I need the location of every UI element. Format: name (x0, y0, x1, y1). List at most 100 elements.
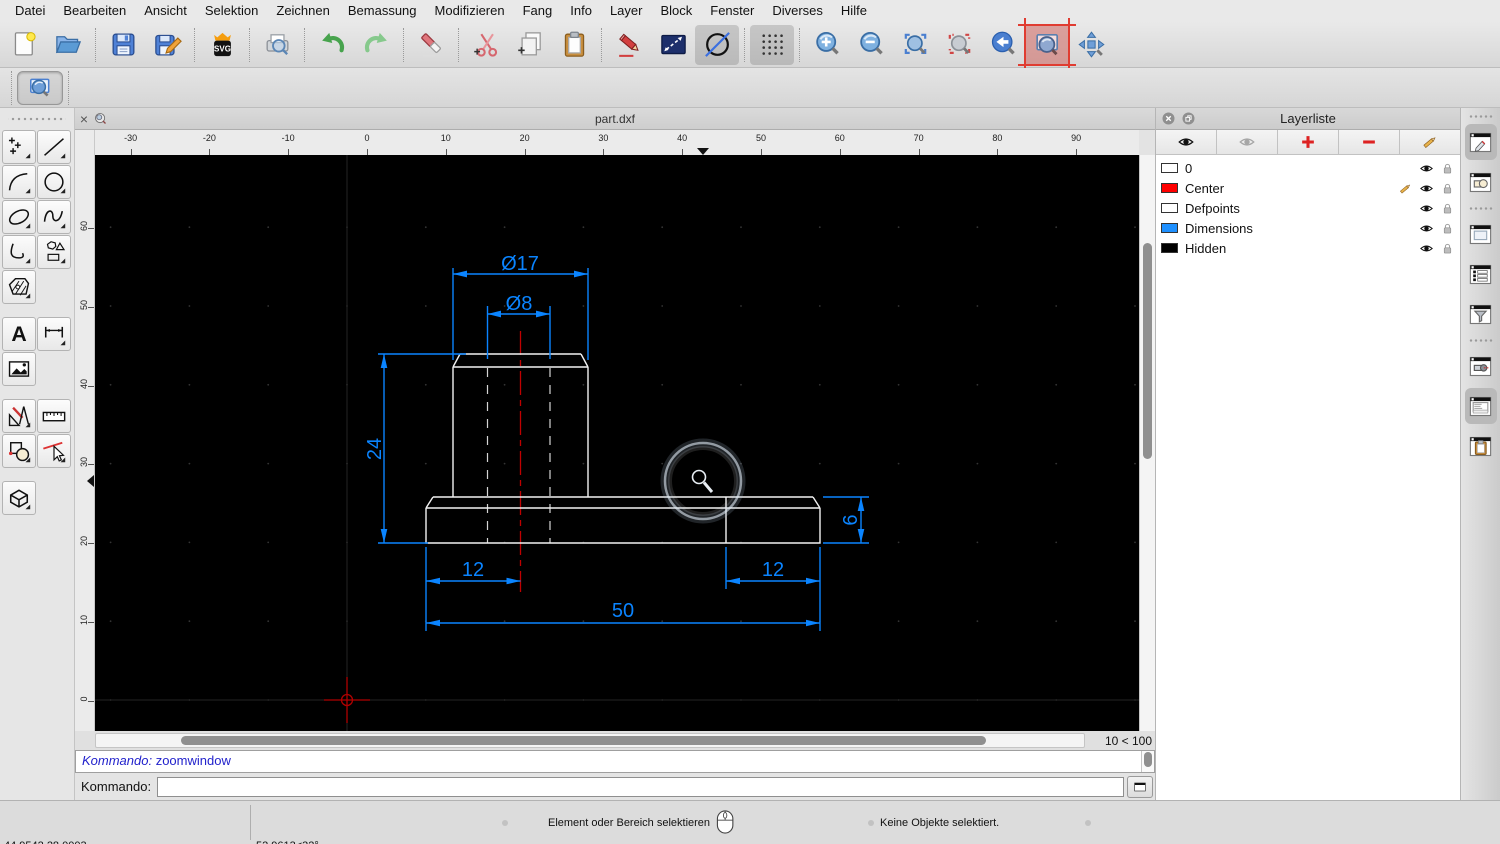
history-scrollbar-thumb[interactable] (1144, 752, 1152, 767)
horizontal-scrollbar[interactable] (95, 733, 1085, 748)
vruler-label: 0 (79, 696, 89, 702)
layer-visibility-icon[interactable] (1419, 161, 1434, 176)
command-window-button[interactable] (1127, 775, 1153, 798)
menu-item-block[interactable]: Block (651, 0, 701, 22)
tool-drawtools-button[interactable] (2, 399, 36, 433)
tool-points-button[interactable] (2, 130, 36, 164)
pan-button[interactable] (1069, 25, 1113, 65)
add-layer-button[interactable] (1278, 130, 1339, 154)
svg-export-icon: SVG (214, 32, 230, 57)
menu-item-bemassung[interactable]: Bemassung (339, 0, 426, 22)
hide-all-layers-button[interactable] (1217, 130, 1278, 154)
tool-modify-button[interactable] (2, 434, 36, 468)
selection-list-dock-button[interactable] (1465, 256, 1497, 292)
palette-drag-handle[interactable] (8, 114, 66, 124)
layer-visibility-icon[interactable] (1419, 181, 1434, 196)
tool-hatch-button[interactable] (2, 270, 36, 304)
block-list-icon (1469, 172, 1492, 192)
layer-lock-icon[interactable] (1441, 222, 1454, 235)
zoom-redraw-button[interactable] (937, 25, 981, 65)
distance-button[interactable] (651, 25, 695, 65)
tab-close-button[interactable]: × (75, 109, 93, 129)
new-button[interactable] (2, 25, 46, 65)
tool-measure-button[interactable] (37, 399, 71, 433)
show-all-layers-button[interactable] (1156, 130, 1217, 154)
menu-item-datei[interactable]: Datei (6, 0, 54, 22)
zoom-out-button[interactable] (849, 25, 893, 65)
print-preview-button[interactable] (255, 25, 299, 65)
tool-arc-button[interactable] (2, 165, 36, 199)
tool-polyline-button[interactable] (2, 235, 36, 269)
menu-item-info[interactable]: Info (561, 0, 601, 22)
redo-button[interactable] (354, 25, 398, 65)
zoom-window-tool-button[interactable] (17, 70, 63, 105)
vertical-scrollbar-thumb[interactable] (1143, 243, 1152, 459)
layer-lock-icon[interactable] (1441, 162, 1454, 175)
layer-row-center[interactable]: Center (1156, 178, 1460, 198)
layer-lock-icon[interactable] (1441, 242, 1454, 255)
open-button[interactable] (46, 25, 90, 65)
cut-button[interactable] (464, 25, 508, 65)
tool-circle-button[interactable] (37, 165, 71, 199)
property-editor-dock-button[interactable] (1464, 124, 1497, 160)
block-list-dock-button[interactable] (1465, 164, 1497, 200)
tool-image-button[interactable] (2, 352, 36, 386)
zoom-auto-button[interactable] (893, 25, 937, 65)
delete-button[interactable] (409, 25, 453, 65)
tool-ellipse-button[interactable] (2, 200, 36, 234)
draft-mode-button[interactable] (695, 24, 739, 65)
zoom-window-button[interactable] (1018, 17, 1076, 72)
edit-pencil-button[interactable] (607, 25, 651, 65)
save-button[interactable] (101, 25, 145, 65)
layer-row-0[interactable]: 0 (1156, 158, 1460, 178)
tool-widget-dock-button[interactable] (1465, 348, 1497, 384)
command-window-dock-button[interactable] (1464, 388, 1497, 424)
zoom-previous-button[interactable] (981, 25, 1025, 65)
tool-cube-button[interactable] (2, 481, 36, 515)
selection-filter-dock-button[interactable] (1465, 296, 1497, 332)
horizontal-scrollbar-thumb[interactable] (181, 736, 986, 745)
dimension-icon (44, 326, 66, 346)
layer-visibility-icon[interactable] (1419, 221, 1434, 236)
panel-undock-button[interactable] (1181, 111, 1196, 126)
command-input[interactable] (157, 776, 1124, 797)
library-browser-dock-button[interactable] (1465, 216, 1497, 252)
panel-close-button[interactable] (1161, 111, 1176, 126)
paste-button[interactable] (552, 25, 596, 65)
undo-button[interactable] (310, 25, 354, 65)
layer-lock-icon[interactable] (1441, 202, 1454, 215)
zoom-in-button[interactable] (805, 25, 849, 65)
copy-button[interactable] (508, 25, 552, 65)
save-as-button[interactable] (145, 25, 189, 65)
drawing-canvas[interactable]: Ø17 Ø8 24 6 12 12 50 (95, 155, 1139, 731)
vertical-scrollbar[interactable] (1139, 155, 1155, 731)
history-scrollbar[interactable] (1141, 751, 1154, 772)
tool-line-button[interactable] (37, 130, 71, 164)
tool-polygon-button[interactable] (37, 235, 71, 269)
menu-item-fang[interactable]: Fang (514, 0, 562, 22)
menu-item-bearbeiten[interactable]: Bearbeiten (54, 0, 135, 22)
layer-lock-icon[interactable] (1441, 182, 1454, 195)
menu-item-ansicht[interactable]: Ansicht (135, 0, 196, 22)
layer-visibility-icon[interactable] (1419, 241, 1434, 256)
menu-item-fenster[interactable]: Fenster (701, 0, 763, 22)
menu-item-diverses[interactable]: Diverses (763, 0, 832, 22)
layer-row-dimensions[interactable]: Dimensions (1156, 218, 1460, 238)
edit-layer-button[interactable] (1400, 130, 1460, 154)
tool-text-button[interactable]: A (2, 317, 36, 351)
menu-item-selektion[interactable]: Selektion (196, 0, 267, 22)
menu-item-layer[interactable]: Layer (601, 0, 652, 22)
menu-item-zeichnen[interactable]: Zeichnen (267, 0, 338, 22)
menu-item-modifizieren[interactable]: Modifizieren (426, 0, 514, 22)
svg-export-button[interactable]: SVG (200, 25, 244, 65)
grid-button[interactable] (750, 24, 794, 65)
tool-dimension-button[interactable] (37, 317, 71, 351)
clipboard-panel-dock-button[interactable] (1465, 428, 1497, 464)
layer-visibility-icon[interactable] (1419, 201, 1434, 216)
tool-spline-button[interactable] (37, 200, 71, 234)
remove-layer-button[interactable] (1339, 130, 1400, 154)
menu-item-hilfe[interactable]: Hilfe (832, 0, 876, 22)
layer-row-hidden[interactable]: Hidden (1156, 238, 1460, 258)
tool-select-button[interactable] (37, 434, 71, 468)
layer-row-defpoints[interactable]: Defpoints (1156, 198, 1460, 218)
